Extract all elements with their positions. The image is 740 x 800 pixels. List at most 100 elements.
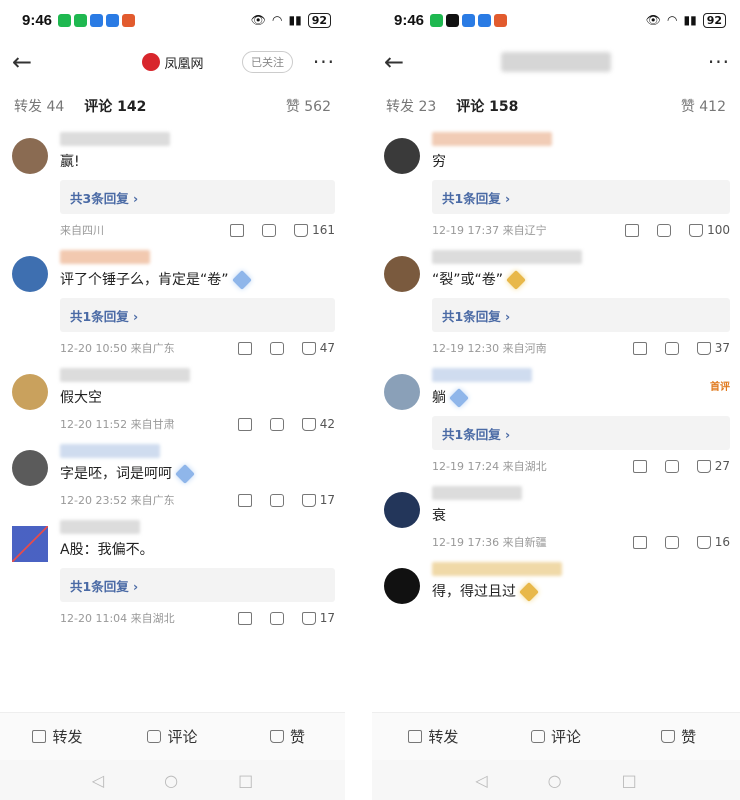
back-arrow-icon[interactable]: ← xyxy=(12,48,42,76)
like-button[interactable]: 赞 xyxy=(230,713,345,760)
share-button[interactable] xyxy=(230,223,245,237)
account-title[interactable]: 凤凰网 xyxy=(141,53,204,72)
more-icon[interactable]: ··· xyxy=(313,50,335,74)
reply-button[interactable] xyxy=(269,611,284,625)
comment-item: “裂”或“卷” 共1条回复 › 12-19 12:30 来自河南 37 xyxy=(372,250,740,364)
like-button[interactable]: 42 xyxy=(301,417,335,431)
avatar[interactable] xyxy=(12,450,48,486)
gem-badge-icon xyxy=(175,464,195,484)
replies-link[interactable]: 共3条回复 › xyxy=(60,180,335,214)
replies-link[interactable]: 共1条回复 › xyxy=(432,180,730,214)
wifi-icon: ◠ xyxy=(271,13,283,27)
reply-button[interactable] xyxy=(262,223,277,237)
username-blurred[interactable] xyxy=(60,132,170,146)
comment-button[interactable]: 评论 xyxy=(115,713,230,760)
reply-button[interactable] xyxy=(269,493,284,507)
qq-icon xyxy=(446,13,460,27)
comment-text: 评了个锤子么，肯定是“卷” xyxy=(60,270,335,290)
share-icon xyxy=(632,341,647,355)
system-nav-bar: ◁ ○ □ xyxy=(0,760,345,800)
share-button[interactable] xyxy=(237,611,252,625)
comment-date: 12-19 17:37 来自辽宁 xyxy=(432,224,547,237)
avatar[interactable] xyxy=(12,374,48,410)
gem-badge-icon xyxy=(506,270,526,290)
username-blurred[interactable] xyxy=(432,562,562,576)
eye-icon: 👁 xyxy=(250,13,266,27)
like-button[interactable]: 100 xyxy=(689,223,730,237)
reply-button[interactable] xyxy=(269,341,284,355)
nav-recent-icon[interactable]: □ xyxy=(238,771,253,790)
avatar[interactable] xyxy=(384,568,420,604)
share-button[interactable] xyxy=(632,341,647,355)
battery-indicator: 92 xyxy=(702,12,726,28)
like-button[interactable]: 27 xyxy=(696,459,730,473)
nav-back-icon[interactable]: ◁ xyxy=(92,771,104,790)
follow-button[interactable]: 已关注 xyxy=(242,51,293,73)
like-button[interactable]: 161 xyxy=(294,223,335,237)
avatar[interactable] xyxy=(12,138,48,174)
username-blurred[interactable] xyxy=(60,368,190,382)
share-button[interactable] xyxy=(237,417,252,431)
nav-home-icon[interactable]: ○ xyxy=(164,771,178,790)
reply-button[interactable] xyxy=(269,417,284,431)
like-button[interactable]: 47 xyxy=(301,341,335,355)
wifi-icon: ◠ xyxy=(666,13,678,27)
tab-repost[interactable]: 转发 44 xyxy=(14,96,64,116)
tab-comment[interactable]: 评论 142 xyxy=(84,96,146,116)
share-button[interactable] xyxy=(237,341,252,355)
top-bar: ← ··· xyxy=(372,40,740,84)
share-button[interactable] xyxy=(632,535,647,549)
tab-like[interactable]: 赞 412 xyxy=(681,96,726,116)
thumbs-up-icon xyxy=(269,730,284,743)
comment-meta: 12-19 17:37 来自辽宁 100 xyxy=(432,214,730,246)
username-blurred[interactable] xyxy=(432,486,522,500)
reply-button[interactable] xyxy=(657,223,672,237)
comment-date: 12-19 17:24 来自湖北 xyxy=(432,460,547,473)
avatar[interactable] xyxy=(384,374,420,410)
avatar[interactable] xyxy=(12,526,48,562)
like-button[interactable]: 17 xyxy=(301,611,335,625)
comment-icon xyxy=(531,730,545,743)
username-blurred[interactable] xyxy=(432,250,582,264)
share-icon xyxy=(237,341,252,355)
like-button[interactable]: 赞 xyxy=(617,713,740,760)
username-blurred[interactable] xyxy=(60,444,160,458)
nav-home-icon[interactable]: ○ xyxy=(548,771,562,790)
gem-badge-icon xyxy=(449,388,469,408)
more-icon[interactable]: ··· xyxy=(708,50,730,74)
reply-button[interactable] xyxy=(664,341,679,355)
tab-repost[interactable]: 转发 23 xyxy=(386,96,436,116)
nav-back-icon[interactable]: ◁ xyxy=(475,771,487,790)
repost-button[interactable]: 转发 xyxy=(372,713,495,760)
avatar[interactable] xyxy=(384,492,420,528)
username-blurred[interactable] xyxy=(432,132,552,146)
repost-button[interactable]: 转发 xyxy=(0,713,115,760)
nav-recent-icon[interactable]: □ xyxy=(622,771,637,790)
reply-button[interactable] xyxy=(664,459,679,473)
username-blurred[interactable] xyxy=(432,368,532,382)
avatar[interactable] xyxy=(12,256,48,292)
tab-like[interactable]: 赞 562 xyxy=(286,96,331,116)
tab-comment[interactable]: 评论 158 xyxy=(456,96,518,116)
comment-button[interactable]: 评论 xyxy=(495,713,618,760)
username-blurred[interactable] xyxy=(60,250,150,264)
like-button[interactable]: 37 xyxy=(696,341,730,355)
reply-button[interactable] xyxy=(664,535,679,549)
like-button[interactable]: 16 xyxy=(696,535,730,549)
comment-meta: 12-20 23:52 来自广东 17 xyxy=(60,484,335,516)
avatar[interactable] xyxy=(384,138,420,174)
replies-link[interactable]: 共1条回复 › xyxy=(60,568,335,602)
share-button[interactable] xyxy=(632,459,647,473)
replies-link[interactable]: 共1条回复 › xyxy=(432,416,730,450)
share-button[interactable] xyxy=(237,493,252,507)
like-button[interactable]: 17 xyxy=(301,493,335,507)
thumbs-up-icon xyxy=(661,730,676,743)
account-title[interactable] xyxy=(501,52,611,72)
username-blurred[interactable] xyxy=(60,520,140,534)
avatar[interactable] xyxy=(384,256,420,292)
status-time: 9:46 xyxy=(394,11,425,29)
replies-link[interactable]: 共1条回复 › xyxy=(432,298,730,332)
replies-link[interactable]: 共1条回复 › xyxy=(60,298,335,332)
back-arrow-icon[interactable]: ← xyxy=(384,48,414,76)
share-button[interactable] xyxy=(625,223,640,237)
